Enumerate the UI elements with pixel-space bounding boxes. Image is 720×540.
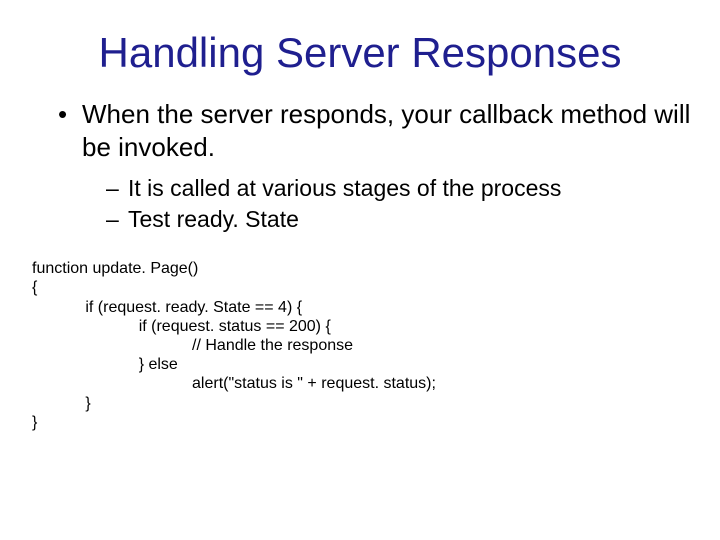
slide-title: Handling Server Responses (28, 30, 692, 76)
bullet-l2-0-text: It is called at various stages of the pr… (128, 175, 561, 201)
code-line-0: function update. Page() (32, 260, 198, 277)
bullet-l2-1-text: Test ready. State (128, 206, 299, 232)
code-line-3: if (request. status == 200) { (32, 318, 331, 335)
code-line-8: } (32, 414, 37, 431)
slide: Handling Server Responses When the serve… (0, 0, 720, 540)
code-line-5: } else (32, 356, 178, 373)
bullet-l2-0: It is called at various stages of the pr… (106, 173, 692, 204)
code-line-7: } (32, 395, 91, 412)
bullet-l1-0-text: When the server responds, your callback … (82, 99, 690, 162)
bullet-list-level1: When the server responds, your callback … (58, 98, 692, 235)
bullet-l2-1: Test ready. State (106, 204, 692, 235)
code-line-2: if (request. ready. State == 4) { (32, 299, 302, 316)
code-line-6: alert("status is " + request. status); (32, 375, 436, 392)
code-line-4: // Handle the response (32, 337, 353, 354)
code-line-1: { (32, 279, 37, 296)
bullet-list-level2: It is called at various stages of the pr… (106, 173, 692, 235)
code-block: function update. Page() { if (request. r… (32, 259, 692, 432)
bullet-l1-0: When the server responds, your callback … (58, 98, 692, 235)
